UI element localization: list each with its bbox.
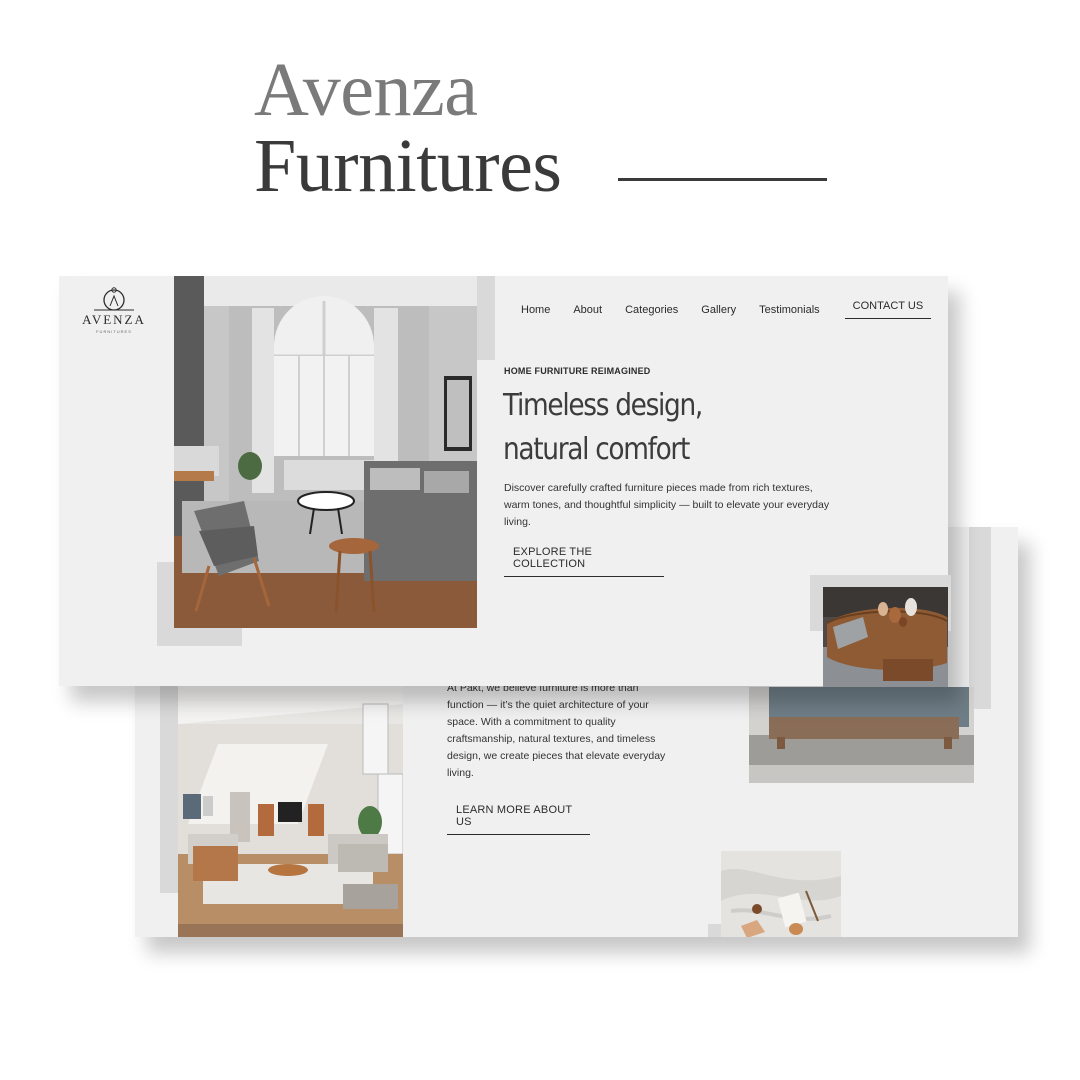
learn-more-button[interactable]: LEARN MORE ABOUT US [447, 804, 590, 835]
contact-us-button[interactable]: CONTACT US [844, 300, 932, 319]
logo-emblem-icon [94, 287, 134, 311]
about-body-text: At Pakt, we believe furniture is more th… [447, 682, 666, 779]
accent-block [708, 924, 721, 937]
brand-logo[interactable]: AVENZA FURNITURES [77, 284, 151, 334]
logo-subtitle: FURNITURES [96, 329, 132, 334]
living-room-gray-image [174, 276, 477, 628]
title-divider [618, 178, 827, 181]
accent-block [969, 527, 991, 709]
explore-collection-button[interactable]: EXPLORE THE COLLECTION [504, 546, 664, 577]
coffee-table-image [823, 587, 948, 687]
living-room-bright-image [178, 684, 403, 937]
nav-home[interactable]: Home [521, 304, 550, 316]
hero-headline-line-1: Timeless design, [503, 388, 703, 423]
bed-image [749, 687, 974, 783]
hero-eyebrow: HOME FURNITURE REIMAGINED [504, 366, 651, 376]
living-room-photo-bright [178, 684, 403, 937]
main-nav: Home About Categories Gallery Testimonia… [521, 300, 932, 319]
nav-testimonials[interactable]: Testimonials [759, 304, 820, 316]
living-room-photo-gray [174, 276, 477, 628]
nav-gallery[interactable]: Gallery [701, 304, 736, 316]
textile-flatlay-image [721, 851, 841, 937]
nav-categories[interactable]: Categories [625, 304, 678, 316]
hero-body-text: Discover carefully crafted furniture pie… [504, 482, 830, 528]
poster-title-line-1: Avenza [254, 48, 478, 132]
bed-photo [749, 687, 974, 783]
nav-about[interactable]: About [573, 304, 602, 316]
accent-block [477, 276, 495, 360]
coffee-table-photo [823, 587, 948, 687]
textile-photo [721, 851, 841, 937]
poster-title: Avenza Furnitures [254, 48, 562, 208]
hero-headline: Timeless design, natural comfort [503, 384, 703, 472]
logo-wordmark: AVENZA [82, 312, 146, 327]
poster-title-line-2: Furnitures [254, 124, 562, 208]
hero-headline-line-2: natural comfort [503, 432, 690, 467]
